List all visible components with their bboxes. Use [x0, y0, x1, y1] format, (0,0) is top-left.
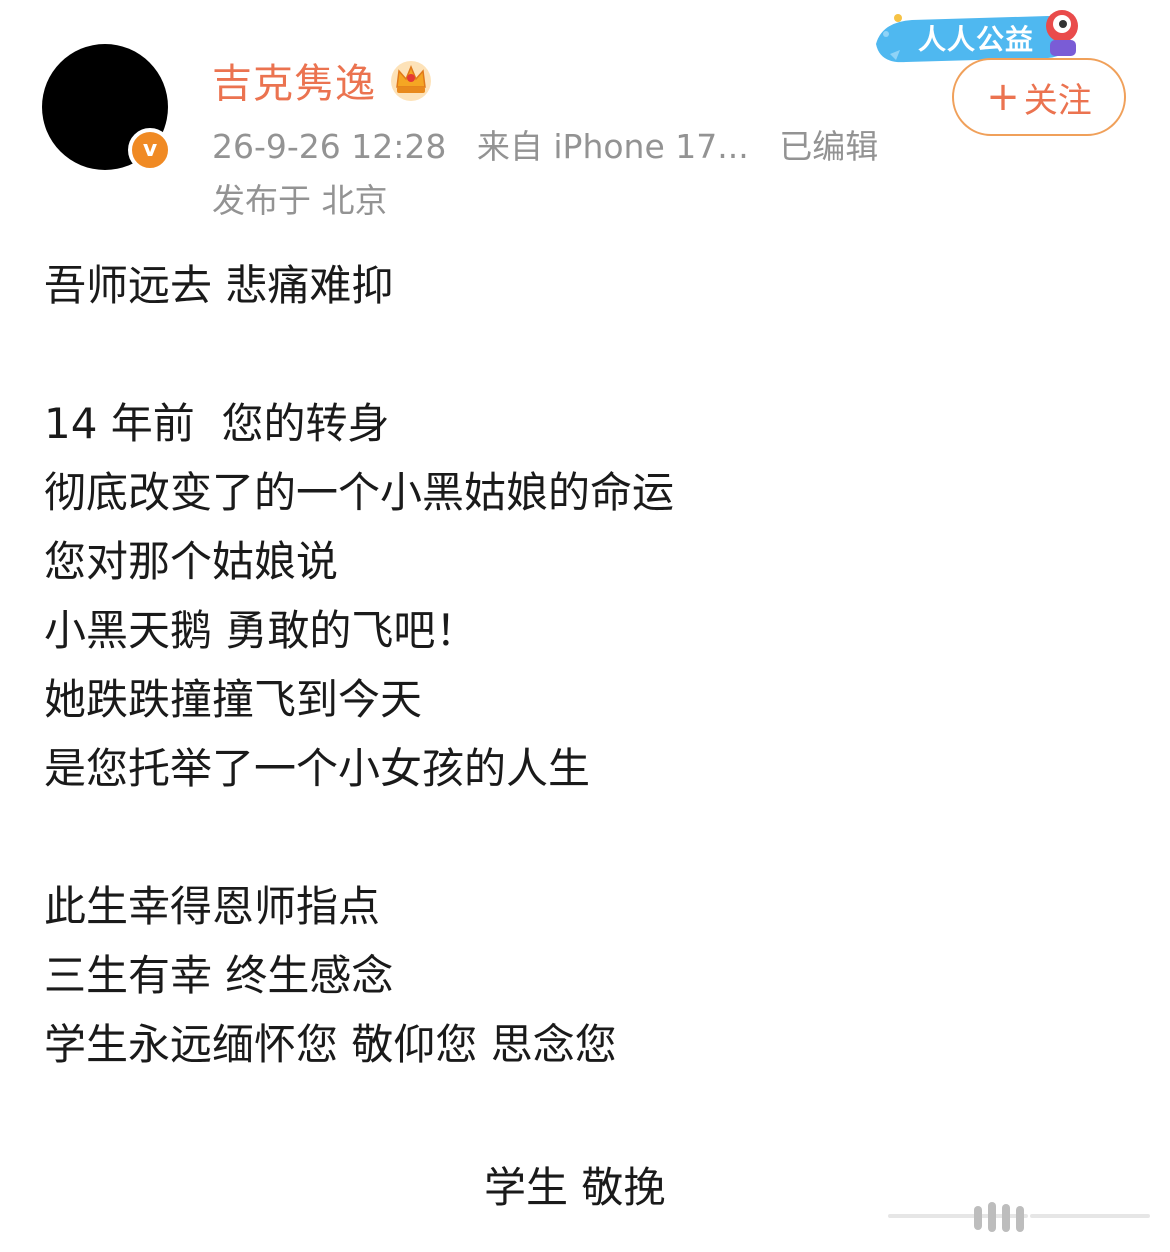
post-line: 彻底改变了的一个小黑姑娘的命运 [44, 468, 675, 517]
post-line: 是您托举了一个小女孩的人生 [44, 744, 591, 793]
post-line: 学生永远缅怀您 敬仰您 思念您 [44, 1020, 617, 1069]
post-location: 发布于 北京 [212, 181, 388, 220]
plus-icon: + [986, 74, 1020, 120]
mascot-icon [1046, 10, 1078, 56]
post-line: 14 年前 您的转身 [44, 399, 390, 448]
watermark-icon [888, 1202, 1150, 1232]
post-line: 吾师远去 悲痛难抑 [44, 261, 394, 310]
post-line: 三生有幸 终生感念 [44, 951, 394, 1000]
crown-icon [391, 61, 431, 101]
promo-label: 人人公益 [918, 23, 1035, 56]
post-line: 您对那个姑娘说 [44, 537, 339, 586]
author-row: 吉克隽逸 [212, 52, 434, 108]
edited-label[interactable]: 已编辑 [779, 127, 878, 166]
follow-button[interactable]: + 关注 [952, 58, 1126, 136]
post-meta: 26-9-26 12:28 来自 iPhone 17... 已编辑 [212, 120, 878, 168]
post-line: 小黑天鹅 勇敢的飞吧！ [44, 606, 478, 655]
post-signature: 学生 敬挽 [484, 1163, 666, 1212]
post-timestamp: 26-9-26 12:28 [212, 127, 447, 166]
follow-label: 关注 [1023, 80, 1092, 121]
verified-badge: v [128, 128, 172, 172]
post-line: 她跌跌撞撞飞到今天 [44, 675, 423, 724]
author-name[interactable]: 吉克隽逸 [212, 51, 376, 109]
post-source: 来自 iPhone 17... [476, 127, 749, 166]
post-line: 此生幸得恩师指点 [44, 882, 381, 931]
